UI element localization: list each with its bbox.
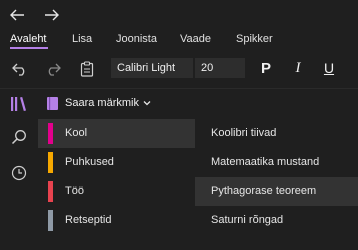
- notebooks-icon: [11, 97, 26, 111]
- section-item-kool[interactable]: Kool: [38, 119, 195, 148]
- page-item-matemaatika-mustand[interactable]: Matemaatika mustand: [195, 148, 358, 177]
- back-button[interactable]: [4, 3, 30, 27]
- section-color-tab: [48, 181, 53, 202]
- section-color-tab: [48, 123, 53, 144]
- undo-button[interactable]: [9, 58, 31, 80]
- section-color-tab: [48, 210, 53, 231]
- section-label: Puhkused: [65, 156, 114, 168]
- tab-lisa[interactable]: Lisa: [72, 33, 92, 45]
- page-label: Saturni rõngad: [211, 214, 284, 226]
- notebook-switcher[interactable]: Saara märkmik: [38, 89, 358, 119]
- page-item-koolibri-tiivad[interactable]: Koolibri tiivad: [195, 119, 358, 148]
- forward-button[interactable]: [39, 3, 65, 27]
- search-icon: [11, 130, 26, 145]
- active-tab-indicator: [10, 47, 48, 49]
- tab-avaleht[interactable]: Avaleht: [10, 33, 47, 45]
- navigation-bar: [0, 0, 358, 30]
- italic-button[interactable]: I: [287, 58, 309, 78]
- page-item-saturni-rongad[interactable]: Saturni rõngad: [195, 206, 358, 235]
- section-label: Retseptid: [65, 214, 112, 226]
- left-rail: [0, 89, 38, 250]
- notebook-icon: [47, 97, 58, 110]
- section-color-tab: [48, 152, 53, 173]
- clock-icon: [11, 165, 27, 181]
- page-label: Matemaatika mustand: [211, 156, 320, 168]
- paste-button[interactable]: [76, 58, 98, 80]
- page-label: Pythagorase teoreem: [211, 185, 317, 197]
- sections-list: Kool Puhkused Töö Retseptid: [38, 119, 195, 250]
- bold-button[interactable]: P: [255, 58, 277, 78]
- page-label: Koolibri tiivad: [211, 127, 277, 139]
- undo-icon: [12, 63, 25, 76]
- redo-button[interactable]: [42, 58, 64, 80]
- search-button[interactable]: [8, 126, 30, 148]
- font-size-field[interactable]: 20: [195, 58, 245, 78]
- section-label: Kool: [65, 127, 88, 139]
- arrow-left-icon: [10, 9, 24, 21]
- recent-button[interactable]: [8, 162, 30, 184]
- font-name-field[interactable]: Calibri Light: [111, 58, 193, 78]
- notebook-title: Saara märkmik: [65, 97, 139, 109]
- tab-spikker[interactable]: Spikker: [236, 33, 273, 45]
- section-label: Töö: [65, 185, 84, 197]
- clipboard-icon: [80, 61, 94, 77]
- notebooks-button[interactable]: [8, 93, 30, 115]
- underline-button[interactable]: U: [318, 58, 340, 78]
- arrow-right-icon: [45, 9, 59, 21]
- page-item-pythagorase-teoreem[interactable]: Pythagorase teoreem: [195, 177, 358, 206]
- tab-vaade[interactable]: Vaade: [180, 33, 211, 45]
- pages-list: Koolibri tiivad Matemaatika mustand Pyth…: [195, 119, 358, 250]
- section-item-puhkused[interactable]: Puhkused: [38, 148, 195, 177]
- redo-icon: [48, 63, 61, 76]
- ribbon-tabs: Avaleht Lisa Joonista Vaade Spikker: [0, 30, 358, 52]
- tab-joonista[interactable]: Joonista: [116, 33, 157, 45]
- chevron-down-icon: [143, 101, 151, 106]
- section-item-too[interactable]: Töö: [38, 177, 195, 206]
- section-item-retseptid[interactable]: Retseptid: [38, 206, 195, 235]
